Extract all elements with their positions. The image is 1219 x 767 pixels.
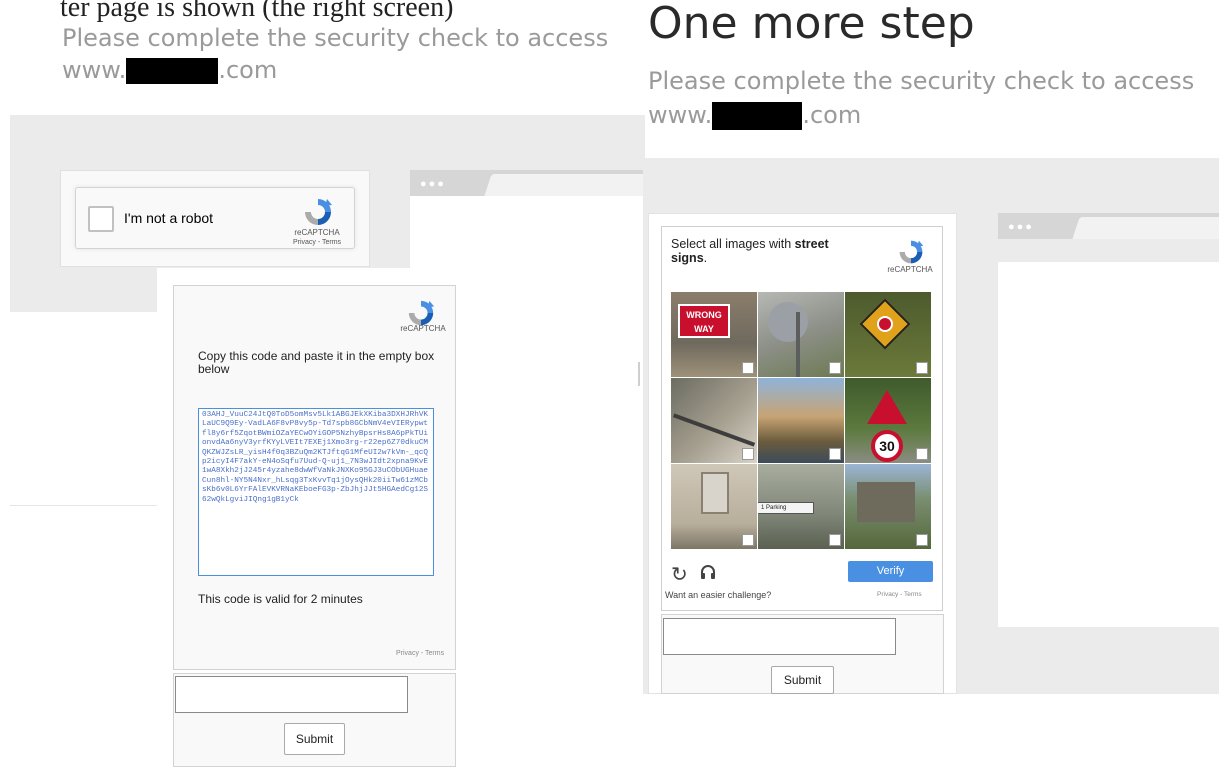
headphones-icon[interactable]: [699, 563, 717, 586]
recaptcha-anchor: I'm not a robot reCAPTCHA Privacy - Term…: [75, 187, 355, 249]
code-submit-area: Submit: [173, 673, 456, 767]
sign-pole-shape: [796, 312, 800, 377]
recaptcha-image-challenge: Select all images with street signs. reC…: [661, 226, 943, 611]
right-browser-illustration: ●●●: [998, 213, 1219, 239]
left-url-prefix: www.: [62, 56, 127, 84]
rail-shape: [672, 413, 756, 447]
right-url-suffix: .com: [802, 101, 862, 129]
privacy-terms-link[interactable]: Privacy - Terms: [282, 239, 352, 246]
challenge-instruction: Select all images with street signs.: [671, 237, 856, 265]
captcha-tile-8[interactable]: 1 Parking: [758, 464, 844, 549]
wrong-way-sign: WRONG WAY: [678, 304, 730, 338]
window-dots-icon: ●●●: [420, 178, 446, 190]
tile-checkbox[interactable]: [742, 534, 754, 546]
challenge-answer-input[interactable]: [663, 618, 896, 655]
challenge-submit-area: Submit: [661, 614, 944, 694]
code-validity-text: This code is valid for 2 minutes: [198, 592, 363, 606]
privacy-terms-link[interactable]: Privacy - Terms: [396, 650, 444, 657]
recaptcha-brand: reCAPTCHA: [294, 228, 340, 237]
recaptcha-code-widget: reCAPTCHA Copy this code and paste it in…: [173, 285, 456, 670]
code-submit-button[interactable]: Submit: [284, 723, 345, 755]
captcha-tile-6[interactable]: 30: [845, 378, 931, 463]
not-robot-label: I'm not a robot: [124, 210, 214, 226]
recaptcha-checkbox-widget: I'm not a robot reCAPTCHA Privacy - Term…: [60, 170, 370, 267]
right-security-subtitle: Please complete the security check to ac…: [648, 64, 1219, 132]
tile-checkbox[interactable]: [916, 362, 928, 374]
instruction-prefix: Select all images with: [671, 237, 795, 251]
tile-checkbox[interactable]: [829, 448, 841, 460]
speed-limit-sign: 30: [871, 430, 903, 462]
tile-checkbox[interactable]: [916, 534, 928, 546]
captcha-tile-2[interactable]: [758, 292, 844, 377]
left-security-subtitle: Please complete the security check to ac…: [62, 22, 652, 86]
challenge-submit-button[interactable]: Submit: [771, 666, 834, 694]
window-dots-icon: ●●●: [1008, 221, 1034, 233]
privacy-terms-link[interactable]: Privacy - Terms: [877, 591, 922, 598]
pointer-sign: 1 Parking: [758, 502, 814, 514]
redacted-domain: [126, 58, 219, 84]
browser-tab-shape: [1072, 217, 1219, 239]
recaptcha-brand: reCAPTCHA: [400, 324, 446, 333]
tile-checkbox[interactable]: [829, 534, 841, 546]
captcha-tile-7[interactable]: [671, 464, 757, 549]
captcha-tile-1[interactable]: WRONG WAY: [671, 292, 757, 377]
tile-checkbox[interactable]: [829, 362, 841, 374]
easier-challenge-link[interactable]: Want an easier challenge?: [665, 590, 771, 600]
panel-divider: [638, 362, 640, 386]
left-divider: [10, 505, 160, 506]
code-instruction: Copy this code and paste it in the empty…: [198, 349, 435, 376]
captcha-code-textarea[interactable]: 03AHJ_VuuC24JtQ0ToD5omMsv5Lk1ABGJEkXKiba…: [198, 408, 434, 576]
right-subtitle-text: Please complete the security check to ac…: [648, 67, 1195, 95]
right-url-prefix: www.: [648, 101, 713, 129]
captcha-tile-5[interactable]: [758, 378, 844, 463]
cropped-caption: ter page is shown (the right screen): [60, 0, 454, 23]
redacted-domain: [712, 102, 803, 130]
recaptcha-brand: reCAPTCHA: [887, 265, 933, 274]
captcha-tile-3[interactable]: [845, 292, 931, 377]
sign-back-shape: [768, 302, 808, 342]
tile-checkbox[interactable]: [916, 448, 928, 460]
right-browser-content: [998, 262, 1219, 627]
left-url-suffix: .com: [218, 56, 278, 84]
captcha-tile-4[interactable]: [671, 378, 757, 463]
tile-checkbox[interactable]: [742, 448, 754, 460]
left-browser-illustration: ●●●: [410, 170, 732, 196]
window-shape: [701, 472, 729, 514]
castle-shape: [857, 482, 915, 522]
verify-button[interactable]: Verify: [848, 561, 933, 582]
sign-circle-shape: [877, 316, 893, 332]
instruction-suffix: .: [703, 251, 708, 265]
code-paste-input[interactable]: [175, 676, 408, 713]
tile-checkbox[interactable]: [742, 362, 754, 374]
not-robot-checkbox[interactable]: [88, 206, 114, 232]
triangle-sign-shape: [867, 390, 907, 424]
left-subtitle-text: Please complete the security check to ac…: [62, 24, 609, 52]
page-title: One more step: [648, 0, 975, 49]
reload-icon[interactable]: ↻: [671, 562, 688, 587]
captcha-tile-9[interactable]: [845, 464, 931, 549]
